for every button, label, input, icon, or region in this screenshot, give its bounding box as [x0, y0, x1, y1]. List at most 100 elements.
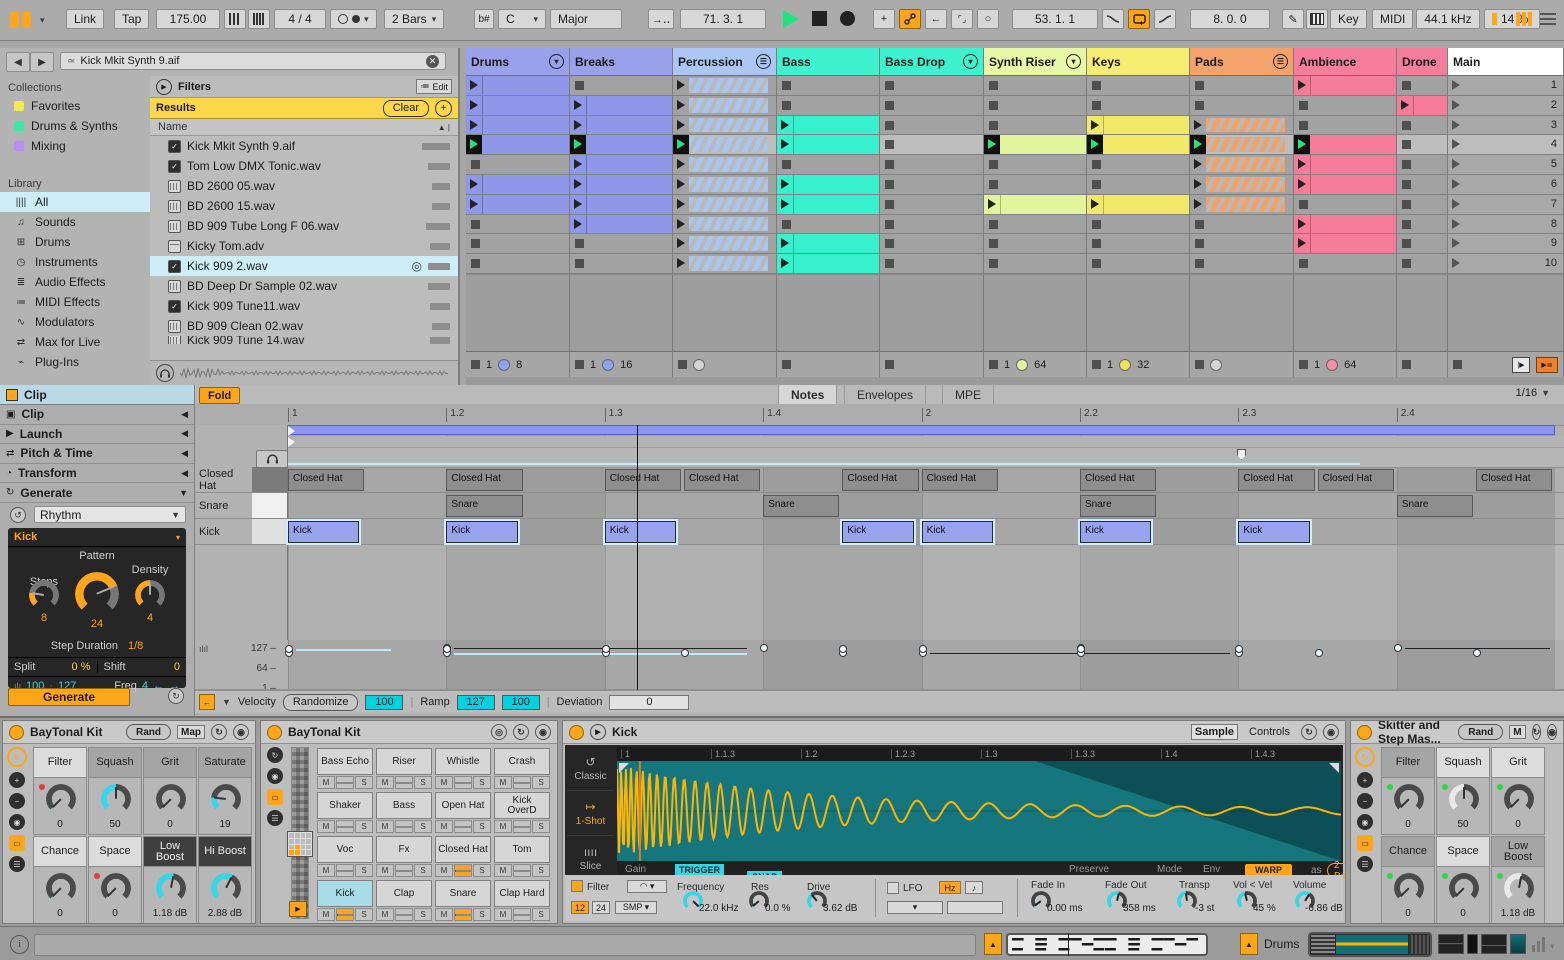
- section-toggle-icon[interactable]: ◀: [181, 409, 188, 420]
- section-transform[interactable]: ◔ Transform ◀: [0, 464, 194, 484]
- file-row[interactable]: BD 909 Tube Long F 06.wav: [150, 216, 458, 236]
- pad-solo-button[interactable]: S: [532, 776, 550, 789]
- knob[interactable]: [46, 873, 76, 903]
- auto-select-icon[interactable]: ↻: [267, 747, 283, 763]
- clip-slot[interactable]: [466, 135, 569, 156]
- file-row[interactable]: Kicky Tom.adv: [150, 236, 458, 256]
- quantization-menu[interactable]: 2 Bars ▾: [384, 9, 445, 29]
- clip-stop-slot[interactable]: [1397, 194, 1447, 215]
- hot-swap-rack-icon[interactable]: ↻: [1355, 747, 1375, 767]
- pad-play-button[interactable]: [336, 908, 354, 921]
- stop-button[interactable]: [812, 11, 827, 26]
- key-map-button[interactable]: Key: [1330, 9, 1367, 29]
- track-menu-chevron-icon[interactable]: ▾: [1066, 54, 1081, 69]
- clip-slot[interactable]: [777, 115, 879, 136]
- section-clip[interactable]: ▣ Clip ◀: [0, 405, 194, 425]
- pad-mute-button[interactable]: M: [494, 776, 512, 789]
- scene-slot[interactable]: 9: [1448, 234, 1563, 255]
- pad-play-button[interactable]: [454, 776, 472, 789]
- pad-solo-button[interactable]: S: [532, 820, 550, 833]
- pad-play-button[interactable]: [395, 820, 413, 833]
- preview-waveform[interactable]: [180, 366, 450, 380]
- drum-pad-snare[interactable]: Snare M S: [435, 880, 491, 922]
- pad-mute-button[interactable]: M: [435, 820, 453, 833]
- pad-solo-button[interactable]: S: [473, 864, 491, 877]
- pad-play-button[interactable]: [395, 776, 413, 789]
- save-preset-icon[interactable]: ◉: [233, 724, 249, 740]
- pad-mute-button[interactable]: M: [494, 820, 512, 833]
- sample-waveform[interactable]: [617, 761, 1341, 861]
- follow-icon[interactable]: →‥: [648, 9, 674, 29]
- metronome-icon[interactable]: [248, 9, 270, 29]
- clip-stop-slot[interactable]: [984, 254, 1086, 274]
- midi-note[interactable]: Closed Hat: [1080, 469, 1157, 491]
- knob[interactable]: [1504, 784, 1534, 814]
- generator-refresh-icon[interactable]: ↺: [10, 507, 26, 523]
- edit-filters-button[interactable]: ≔ Edit: [416, 79, 452, 94]
- time-signature-field[interactable]: 4 / 4: [274, 9, 326, 29]
- pad-mute-button[interactable]: M: [435, 908, 453, 921]
- clip-stop-slot[interactable]: [570, 76, 672, 96]
- loop-bar[interactable]: [288, 425, 1556, 435]
- clip-stop-slot[interactable]: [880, 135, 983, 156]
- pad-solo-button[interactable]: S: [355, 820, 373, 833]
- clip-stop-slot[interactable]: [570, 254, 672, 274]
- clip-slot[interactable]: [673, 155, 776, 175]
- clip-slot[interactable]: [570, 194, 672, 215]
- pad-solo-button[interactable]: S: [473, 908, 491, 921]
- hot-swap-rack-icon[interactable]: ↻: [7, 747, 27, 767]
- clip-stop-slot[interactable]: [570, 234, 672, 255]
- knob[interactable]: [1449, 873, 1479, 903]
- clip-slot[interactable]: [1294, 174, 1396, 195]
- ramp-to-field[interactable]: 100: [501, 694, 540, 710]
- groove-menu[interactable]: ▾: [330, 9, 377, 29]
- pad-mute-button[interactable]: M: [494, 908, 512, 921]
- midi-map-button[interactable]: MIDI: [1372, 9, 1414, 29]
- generator-type-select[interactable]: Rhythm ▼: [34, 506, 186, 523]
- clip-slot[interactable]: [777, 234, 879, 255]
- clip-slot[interactable]: [570, 115, 672, 136]
- track-menu-chevron-icon[interactable]: ▾: [963, 54, 978, 69]
- clip-slot[interactable]: [1294, 234, 1396, 255]
- sidebar-item-modulators[interactable]: ∿ Modulators: [0, 312, 150, 332]
- knob[interactable]: [1394, 873, 1424, 903]
- collection-item-drums-synths[interactable]: Drums & Synths: [0, 116, 150, 136]
- sidebar-item-audio-effects[interactable]: ≣ Audio Effects: [0, 272, 150, 292]
- midi-note[interactable]: Kick: [1236, 519, 1312, 545]
- clip-slot[interactable]: [1190, 115, 1293, 136]
- clip-stop-slot[interactable]: [777, 155, 879, 175]
- wave-thumb[interactable]: [1510, 934, 1526, 954]
- clip-slot[interactable]: [1190, 174, 1293, 195]
- midi-note[interactable]: Kick: [919, 519, 996, 545]
- midi-note[interactable]: Snare: [763, 495, 840, 517]
- clip-stop-slot[interactable]: [880, 115, 983, 136]
- pad-mute-button[interactable]: M: [435, 864, 453, 877]
- clip-slot[interactable]: [1190, 155, 1293, 175]
- clip-stop-slot[interactable]: [1397, 76, 1447, 96]
- refresh-icon[interactable]: ↻: [513, 724, 529, 740]
- clip-stop-slot[interactable]: [1087, 95, 1189, 116]
- sidebar-item-instruments[interactable]: ◷ Instruments: [0, 252, 150, 272]
- clip-stop-slot[interactable]: [984, 174, 1086, 195]
- clip-stop-slot[interactable]: [466, 214, 569, 235]
- session-view-toggle-icon[interactable]: [1516, 12, 1532, 26]
- clip-stop-slot[interactable]: [1087, 254, 1189, 274]
- device-power-button[interactable]: [9, 724, 24, 740]
- map-icon[interactable]: ◉: [9, 814, 25, 830]
- track-header[interactable]: Keys: [1087, 48, 1189, 76]
- collection-item-favorites[interactable]: Favorites: [0, 96, 150, 116]
- audition-button[interactable]: [256, 450, 288, 468]
- filter-type-select[interactable]: ◠ ▾: [627, 880, 667, 893]
- clip-stop-slot[interactable]: [880, 95, 983, 116]
- draw-pencil-icon[interactable]: ✎: [1282, 9, 1304, 29]
- section-generate[interactable]: ↻ Generate ▼: [0, 483, 194, 503]
- pad-play-button[interactable]: [513, 908, 531, 921]
- fold-button[interactable]: Fold: [199, 387, 241, 404]
- drum-pad-whistle[interactable]: Whistle M S: [435, 748, 491, 790]
- midi-note[interactable]: Closed Hat: [684, 469, 761, 491]
- filter-checkbox[interactable]: [571, 880, 583, 892]
- clip-stop-slot[interactable]: [777, 214, 879, 235]
- row-label-snare[interactable]: Snare: [195, 493, 252, 519]
- track-stop-button[interactable]: [1402, 360, 1411, 369]
- clip-stop-slot[interactable]: [1397, 115, 1447, 136]
